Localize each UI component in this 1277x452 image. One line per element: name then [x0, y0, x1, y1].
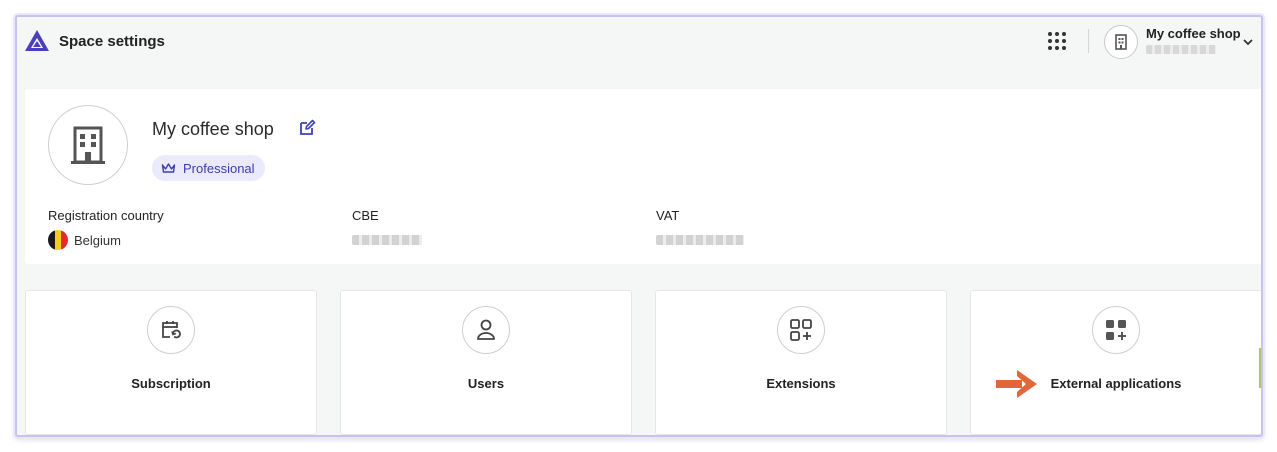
vat-label: VAT: [656, 208, 680, 223]
users-tile[interactable]: Users: [340, 290, 632, 435]
scroll-edge-marker: [1259, 348, 1261, 388]
calendar-refresh-icon: [147, 306, 195, 354]
space-name: My coffee shop: [152, 119, 274, 139]
plan-label: Professional: [183, 160, 255, 176]
building-icon: [1104, 25, 1138, 59]
tile-label: Extensions: [766, 376, 836, 391]
plan-badge: Professional: [152, 155, 265, 181]
country-name: Belgium: [74, 232, 121, 248]
divider: [1088, 29, 1089, 53]
cbe-label: CBE: [352, 208, 379, 223]
grid-dots-icon[interactable]: [1046, 30, 1068, 52]
edit-icon[interactable]: [298, 119, 316, 137]
belgium-flag-icon: [48, 230, 68, 250]
account-name: My coffee shop: [1146, 26, 1241, 41]
registration-country-value: Belgium: [48, 230, 121, 250]
vat-value-redacted: [656, 235, 744, 245]
top-bar: Space settings My coffee shop: [17, 17, 1261, 67]
subscription-tile[interactable]: Subscription: [25, 290, 317, 435]
user-icon: [462, 306, 510, 354]
space-profile-card: My coffee shop Professional Registration…: [25, 89, 1261, 264]
chevron-down-icon[interactable]: [1241, 35, 1255, 49]
annotation-arrow-icon: [996, 370, 1037, 398]
cbe-value-redacted: [352, 235, 422, 245]
registration-country-label: Registration country: [48, 208, 164, 223]
crown-icon: [161, 163, 176, 173]
grid-plus-icon: [777, 306, 825, 354]
building-icon: [48, 105, 128, 185]
tile-label: Users: [467, 376, 505, 391]
account-switcher[interactable]: My coffee shop: [1104, 25, 1261, 59]
page-title: Space settings: [59, 33, 165, 50]
filled-grid-plus-icon: [1092, 306, 1140, 354]
tile-label: Subscription: [131, 376, 211, 391]
external-applications-tile[interactable]: External applications: [970, 290, 1261, 435]
triangle-logo-icon: [25, 30, 49, 51]
extensions-tile[interactable]: Extensions: [655, 290, 947, 435]
app-window: Space settings My coffee shop My coffee …: [15, 15, 1263, 437]
account-subtitle-redacted: [1146, 45, 1216, 54]
